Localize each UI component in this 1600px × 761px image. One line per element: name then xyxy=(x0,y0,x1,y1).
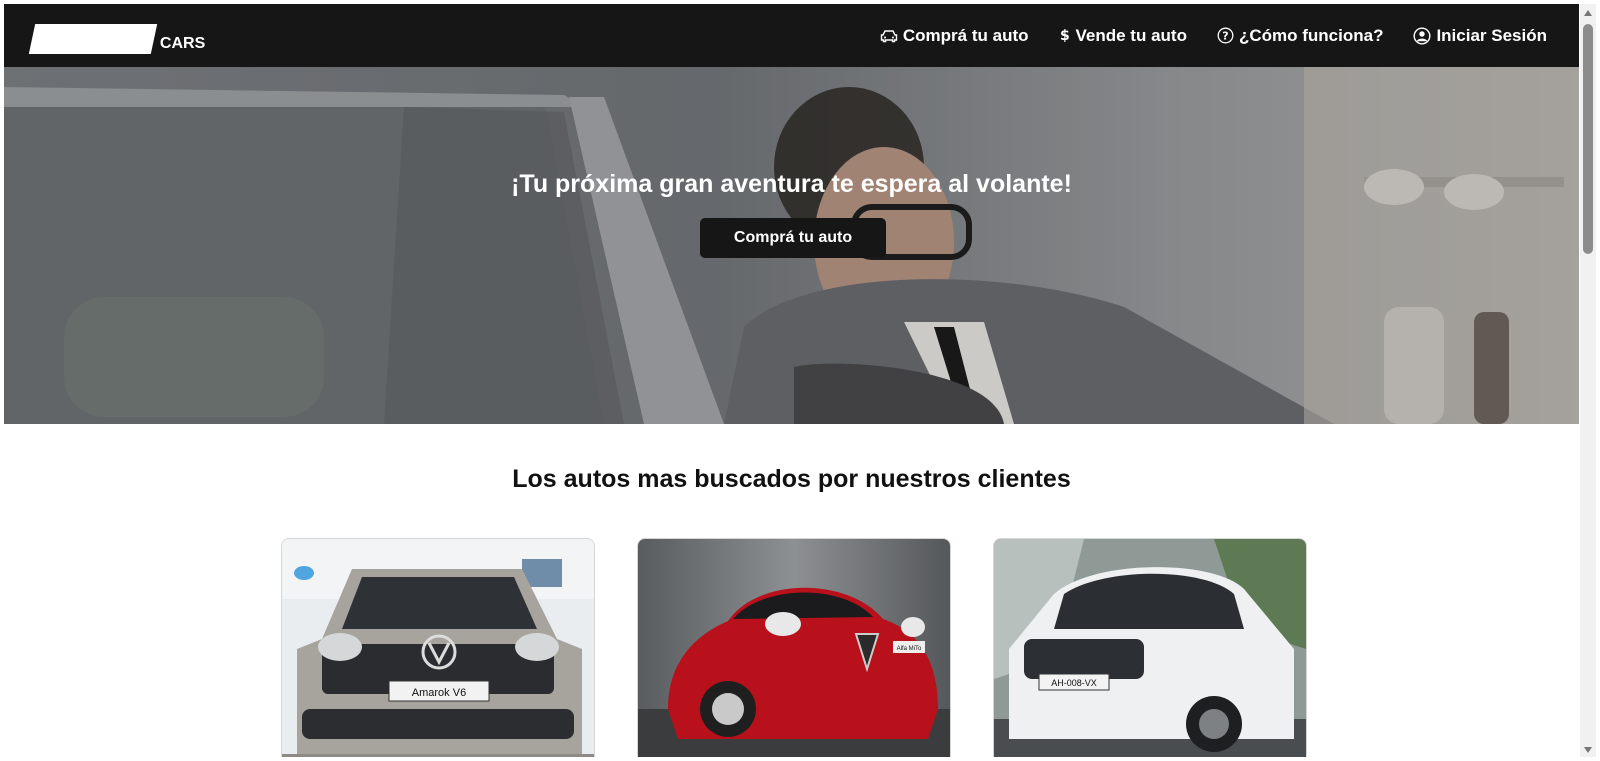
nav-login-label: Iniciar Sesión xyxy=(1436,25,1547,45)
nav-how-it-works[interactable]: ? ¿Cómo funciona? xyxy=(1217,26,1383,46)
user-icon xyxy=(1413,26,1431,45)
car-plate-amarok: Amarok V6 xyxy=(412,687,466,699)
scroll-down-arrow-icon[interactable] xyxy=(1584,747,1592,753)
nav-login[interactable]: Iniciar Sesión xyxy=(1413,26,1547,46)
navbar: MAIPU CARS Comprá tu auto $ Vende tu aut… xyxy=(4,4,1579,67)
question-icon: ? xyxy=(1217,27,1234,44)
hero-banner: ¡Tu próxima gran aventura te espera al v… xyxy=(4,67,1579,424)
svg-text:?: ? xyxy=(1222,30,1228,43)
car-card-amarok[interactable]: Amarok V6 xyxy=(281,538,595,757)
car-image-alfa: Alfa MiTo xyxy=(638,539,950,757)
hero-title: ¡Tu próxima gran aventura te espera al v… xyxy=(511,170,1072,198)
featured-section-title: Los autos mas buscados por nuestros clie… xyxy=(512,465,1071,493)
brand-logo[interactable]: MAIPU CARS xyxy=(28,22,206,56)
svg-text:$: $ xyxy=(1060,28,1070,44)
car-image-amarok: Amarok V6 xyxy=(282,539,594,757)
car-plate-peugeot: AH-008-VX xyxy=(1051,678,1097,688)
nav-sell-car-label: Vende tu auto xyxy=(1075,25,1187,45)
car-icon xyxy=(880,29,898,43)
scrollbar-thumb[interactable] xyxy=(1583,24,1593,254)
page-scrollbar[interactable] xyxy=(1580,4,1596,757)
featured-cars-list: Amarok V6 Alfa MiTo AH-008-VX xyxy=(281,538,1307,757)
main-nav: Comprá tu auto $ Vende tu auto ? ¿Cómo f… xyxy=(880,4,1547,67)
car-plate-alfa: Alfa MiTo xyxy=(897,646,922,652)
car-card-peugeot[interactable]: AH-008-VX xyxy=(993,538,1307,757)
logo-wordmark: MAIPU xyxy=(28,22,158,56)
logo-subtext: CARS xyxy=(159,35,206,52)
page-frame: MAIPU CARS Comprá tu auto $ Vende tu aut… xyxy=(4,4,1579,757)
nav-buy-car[interactable]: Comprá tu auto xyxy=(880,26,1029,46)
nav-buy-car-label: Comprá tu auto xyxy=(902,25,1029,45)
dollar-icon: $ xyxy=(1059,28,1071,44)
nav-sell-car[interactable]: $ Vende tu auto xyxy=(1059,26,1187,46)
car-card-alfa[interactable]: Alfa MiTo xyxy=(637,538,951,757)
nav-how-it-works-label: ¿Cómo funciona? xyxy=(1238,25,1384,45)
scroll-up-arrow-icon[interactable] xyxy=(1584,10,1592,16)
hero-buy-button[interactable]: Comprá tu auto xyxy=(700,218,886,258)
car-image-peugeot: AH-008-VX xyxy=(994,539,1306,757)
